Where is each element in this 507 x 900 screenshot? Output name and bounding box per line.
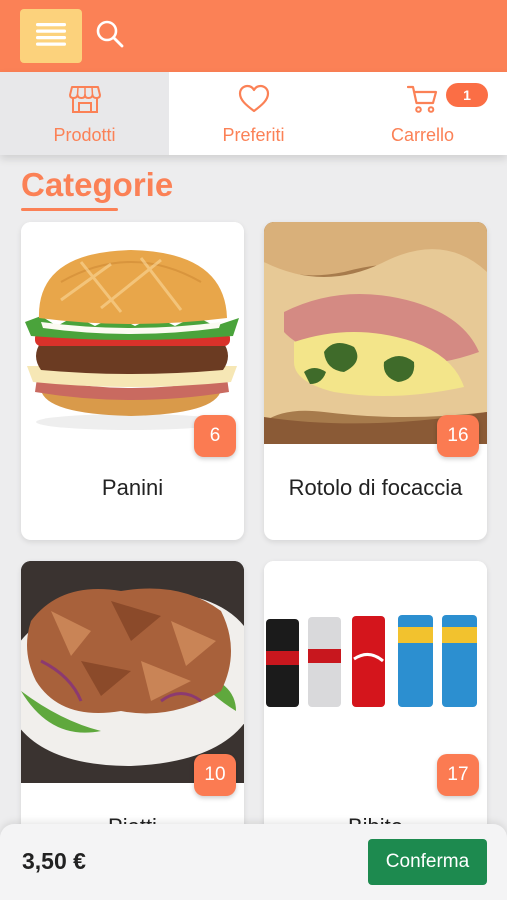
category-count-badge: 10 — [194, 754, 236, 796]
category-card-bibite[interactable]: 17 Bibite — [264, 561, 487, 861]
checkout-bar: 3,50 € Conferma — [0, 824, 507, 900]
tab-label: Prodotti — [53, 125, 116, 145]
category-count-badge: 17 — [437, 754, 479, 796]
tab-prodotti[interactable]: Prodotti — [0, 72, 169, 155]
tab-preferiti[interactable]: Preferiti — [169, 72, 338, 155]
focaccia-roll-photo — [264, 222, 487, 444]
cart-icon — [406, 84, 439, 119]
category-count-badge: 16 — [437, 415, 479, 457]
tab-label: Preferiti — [222, 125, 285, 145]
section-title: Categorie — [21, 166, 174, 203]
section-underline — [21, 208, 118, 211]
search-icon — [94, 18, 126, 55]
category-name: Rotolo di focaccia — [288, 475, 463, 500]
soda-cans-photo — [264, 561, 487, 783]
category-card-rotolo-di-focaccia[interactable]: 16 Rotolo di focaccia — [264, 222, 487, 540]
category-name: Panini — [101, 475, 164, 500]
cart-count-badge: 1 — [446, 83, 488, 107]
category-count-badge: 6 — [194, 415, 236, 457]
tab-label: Carrello — [390, 125, 455, 145]
search-button[interactable] — [92, 18, 128, 54]
category-card-panini[interactable]: 6 Panini — [21, 222, 244, 540]
heart-icon — [238, 84, 270, 119]
burger-photo — [21, 222, 244, 444]
menu-button[interactable] — [20, 9, 82, 63]
top-bar — [0, 0, 507, 72]
cart-total: 3,50 € — [22, 848, 86, 874]
kebab-plate-photo — [21, 561, 244, 783]
confirm-button[interactable]: Conferma — [368, 839, 487, 885]
store-icon — [68, 84, 101, 119]
tab-bar: Prodotti Preferiti Carrello — [0, 72, 507, 155]
category-card-piatti[interactable]: 10 Piatti — [21, 561, 244, 861]
hamburger-menu-icon — [36, 22, 66, 51]
